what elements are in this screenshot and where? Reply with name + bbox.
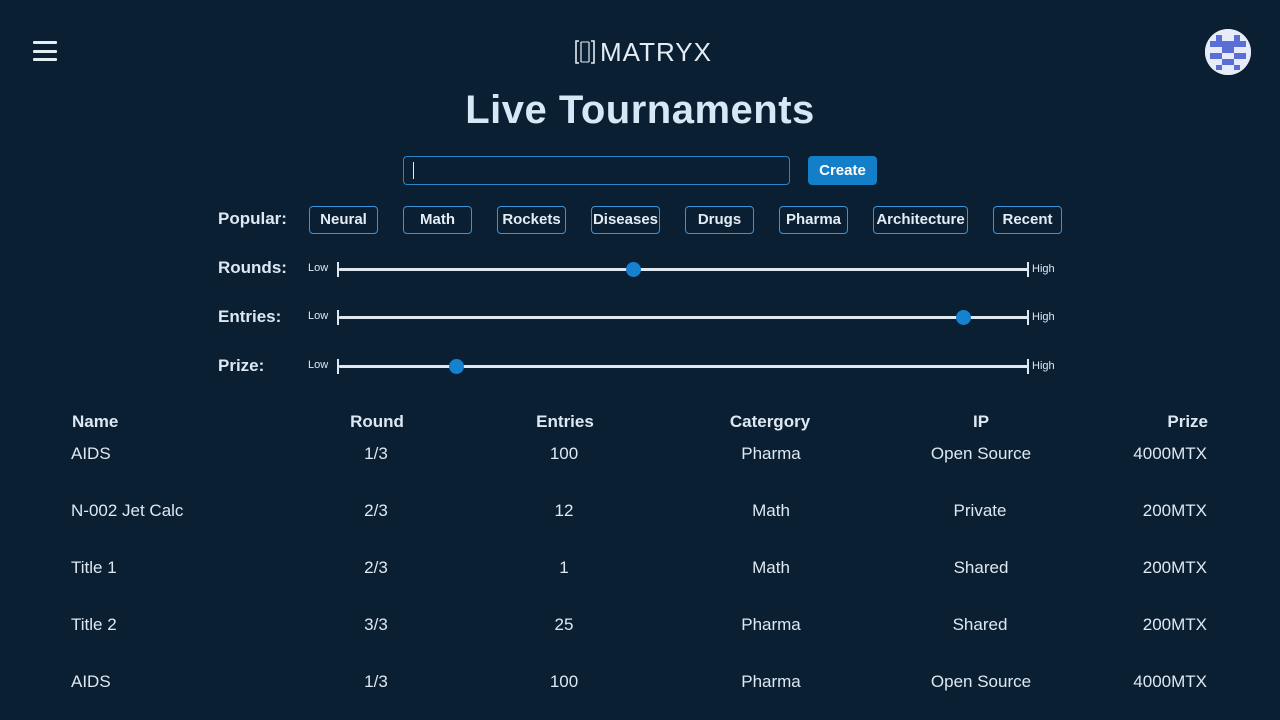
column-header-prize[interactable]: Prize bbox=[1167, 412, 1208, 432]
entries-slider-thumb[interactable] bbox=[956, 310, 972, 325]
cell-entries: 100 bbox=[549, 444, 579, 463]
slider-high-label: High bbox=[1032, 360, 1055, 372]
cell-ip: Open Source bbox=[930, 672, 1032, 691]
slider-low-label: Low bbox=[308, 359, 329, 371]
cell-entries: 1 bbox=[559, 558, 569, 577]
hamburger-menu-icon[interactable] bbox=[33, 41, 57, 61]
table-row[interactable]: AIDS 1/3 100 Pharma Open Source 4000MTX bbox=[0, 444, 1280, 484]
cell-category: Pharma bbox=[741, 444, 801, 463]
cell-prize: 200MTX bbox=[1142, 558, 1207, 577]
slider-low-label: Low bbox=[308, 262, 329, 274]
slider-track[interactable] bbox=[339, 268, 1029, 271]
tag-pharma[interactable]: Pharma bbox=[779, 206, 848, 234]
tag-architecture[interactable]: Architecture bbox=[873, 206, 968, 234]
cell-name: Title 1 bbox=[71, 558, 117, 577]
cell-prize: 4000MTX bbox=[1133, 444, 1207, 463]
entries-slider[interactable]: Low High bbox=[308, 307, 1068, 327]
cell-prize: 4000MTX bbox=[1133, 672, 1207, 691]
cell-category: Pharma bbox=[741, 672, 801, 691]
cell-entries: 100 bbox=[549, 672, 579, 691]
rounds-label: Rounds: bbox=[218, 258, 287, 277]
cell-ip: Open Source bbox=[930, 444, 1032, 463]
column-header-ip[interactable]: IP bbox=[973, 412, 989, 432]
cell-round: 1/3 bbox=[364, 672, 388, 691]
column-header-entries[interactable]: Entries bbox=[536, 412, 594, 432]
user-avatar-icon[interactable] bbox=[1205, 29, 1251, 75]
prize-slider[interactable]: Low High bbox=[308, 356, 1068, 376]
cell-ip: Shared bbox=[953, 558, 1009, 577]
rounds-slider-thumb[interactable] bbox=[625, 262, 641, 277]
table-row[interactable]: N-002 Jet Calc 2/3 12 Math Private 200MT… bbox=[0, 501, 1280, 541]
cell-name: AIDS bbox=[71, 672, 111, 691]
cell-prize: 200MTX bbox=[1142, 615, 1207, 634]
cell-ip: Shared bbox=[952, 615, 1008, 634]
tag-diseases[interactable]: Diseases bbox=[591, 206, 660, 234]
cell-name: N-002 Jet Calc bbox=[71, 501, 184, 520]
cell-name: Title 2 bbox=[71, 615, 117, 634]
cell-ip: Private bbox=[953, 501, 1007, 520]
tag-recent[interactable]: Recent bbox=[993, 206, 1062, 234]
matryx-logo-icon bbox=[575, 40, 595, 64]
cell-round: 3/3 bbox=[364, 615, 388, 634]
table-row[interactable]: Title 1 2/3 1 Math Shared 200MTX bbox=[0, 558, 1280, 598]
cell-entries: 25 bbox=[554, 615, 574, 634]
cell-round: 2/3 bbox=[364, 501, 388, 520]
slider-high-label: High bbox=[1032, 311, 1055, 323]
cell-entries: 12 bbox=[554, 501, 574, 520]
rounds-slider[interactable]: Low High bbox=[308, 259, 1068, 279]
popular-label: Popular: bbox=[218, 209, 287, 228]
slider-max-cap bbox=[1027, 359, 1029, 374]
cell-name: AIDS bbox=[71, 444, 111, 463]
text-caret bbox=[413, 162, 414, 179]
slider-low-label: Low bbox=[308, 310, 329, 322]
cell-category: Pharma bbox=[741, 615, 801, 634]
slider-high-label: High bbox=[1032, 263, 1055, 275]
prize-slider-thumb[interactable] bbox=[448, 359, 464, 374]
tournaments-page: MATRYX Live Tournaments Create Popular: … bbox=[0, 0, 1280, 720]
logo-text: MATRYX bbox=[600, 36, 712, 67]
cell-round: 1/3 bbox=[364, 444, 388, 463]
cell-prize: 200MTX bbox=[1142, 501, 1207, 520]
avatar-identicon bbox=[1205, 29, 1251, 75]
tag-neural[interactable]: Neural bbox=[309, 206, 378, 234]
tag-rockets[interactable]: Rockets bbox=[497, 206, 566, 234]
cell-round: 2/3 bbox=[364, 558, 388, 577]
tournament-search-input[interactable] bbox=[403, 156, 790, 185]
column-header-name[interactable]: Name bbox=[72, 412, 118, 432]
tag-drugs[interactable]: Drugs bbox=[685, 206, 754, 234]
table-row[interactable]: Title 2 3/3 25 Pharma Shared 200MTX bbox=[0, 615, 1280, 655]
prize-label: Prize: bbox=[218, 356, 265, 375]
slider-track[interactable] bbox=[339, 365, 1029, 368]
table-row[interactable]: AIDS 1/3 100 Pharma Open Source 4000MTX bbox=[0, 672, 1280, 712]
slider-max-cap bbox=[1027, 262, 1029, 277]
slider-track[interactable] bbox=[339, 316, 1029, 319]
tag-math[interactable]: Math bbox=[403, 206, 472, 234]
create-tournament-button[interactable]: Create bbox=[808, 156, 877, 185]
slider-max-cap bbox=[1027, 310, 1029, 325]
cell-category: Math bbox=[752, 501, 790, 520]
column-header-category[interactable]: Catergory bbox=[730, 412, 810, 432]
cell-category: Math bbox=[752, 558, 790, 577]
column-header-round[interactable]: Round bbox=[350, 412, 404, 432]
matryx-logo[interactable]: MATRYX bbox=[574, 36, 712, 68]
page-title: Live Tournaments bbox=[465, 88, 815, 132]
entries-label: Entries: bbox=[218, 307, 282, 326]
